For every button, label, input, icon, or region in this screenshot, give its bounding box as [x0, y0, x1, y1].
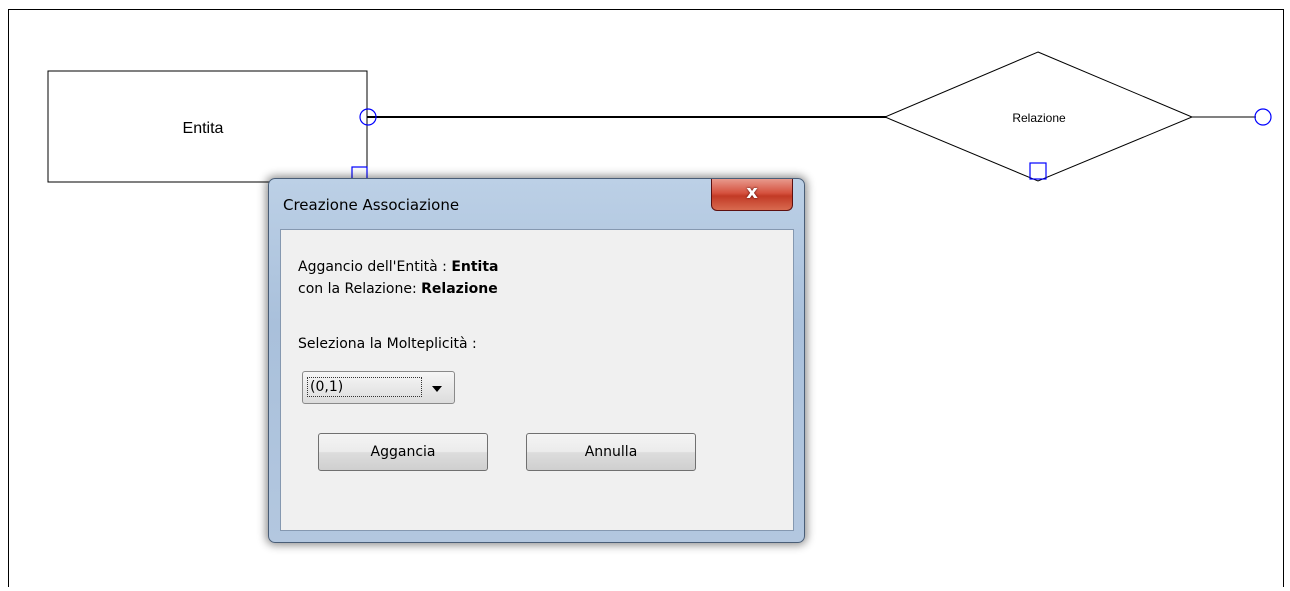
relation-info: con la Relazione: Relazione — [298, 281, 498, 297]
entity-label: Entita — [183, 120, 224, 137]
close-icon: x — [746, 182, 758, 203]
multiplicity-select[interactable]: (0,1) — [302, 371, 455, 404]
entity-info-value: Entita — [451, 259, 499, 275]
entity-info: Aggancio dell'Entità : Entita — [298, 259, 499, 275]
dialog-body: Aggancio dell'Entità : Entita con la Rel… — [280, 229, 794, 531]
attach-button[interactable]: Aggancia — [318, 433, 488, 471]
relation-info-prefix: con la Relazione: — [298, 281, 422, 297]
multiplicity-select-value: (0,1) — [307, 377, 422, 397]
dialog-title: Creazione Associazione — [283, 196, 460, 214]
close-button[interactable]: x — [711, 179, 793, 211]
entity-info-prefix: Aggancio dell'Entità : — [298, 259, 452, 275]
chevron-down-icon — [432, 386, 442, 392]
association-dialog: Creazione Associazione x Aggancio dell'E… — [268, 178, 805, 543]
multiplicity-label: Seleziona la Molteplicità : — [298, 336, 477, 352]
relation-label: Relazione — [1012, 111, 1066, 125]
cancel-button[interactable]: Annulla — [526, 433, 696, 471]
relation-connector-circle[interactable] — [1254, 108, 1272, 126]
relation-info-value: Relazione — [421, 281, 498, 297]
